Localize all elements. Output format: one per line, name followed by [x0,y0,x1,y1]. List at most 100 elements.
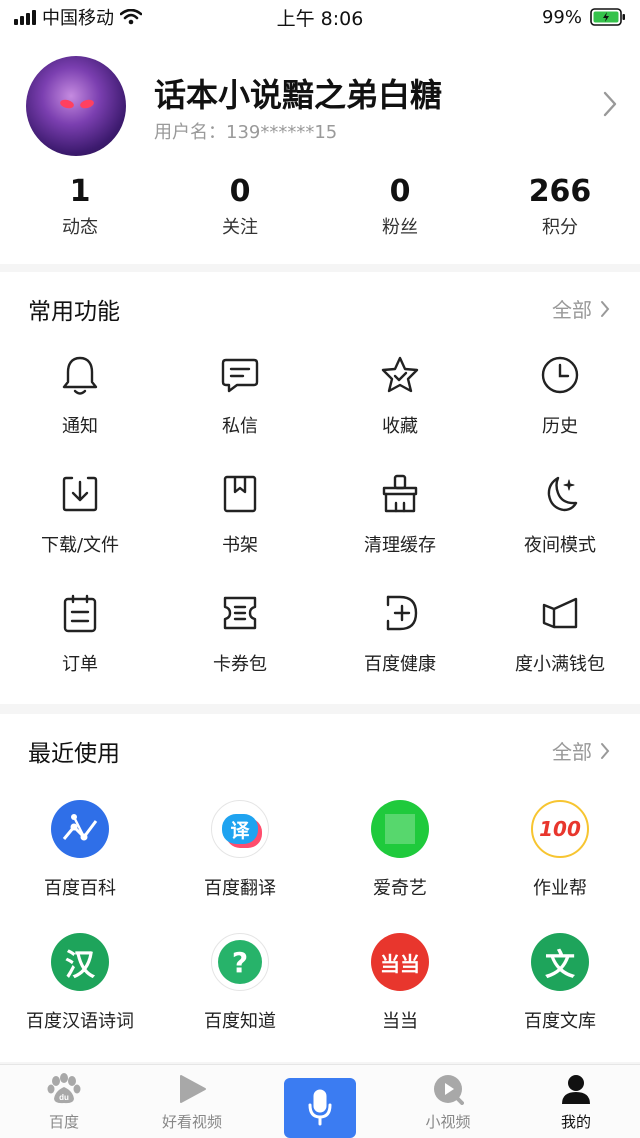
short-video-icon [434,1075,464,1105]
recent-baike[interactable]: 百度百科 [0,784,160,917]
function-label: 度小满钱包 [515,654,605,675]
status-left: 中国移动 [14,4,542,30]
function-label: 卡券包 [213,654,267,675]
stat-value: 1 [69,174,91,209]
hanyu-icon: 汉 [51,933,109,991]
function-coupons[interactable]: 卡券包 [160,580,320,699]
recent-section: 最近使用 全部 百度百科 译 百度翻译 爱奇艺 100 作业帮 汉 百度汉语诗词… [0,714,640,1062]
profile-card[interactable]: 话本小说黯之弟白糖 用户名：139******15 1 动态 0 关注 0 粉丝… [0,34,640,264]
function-bookshelf[interactable]: 书架 [160,461,320,580]
microphone-icon [308,1089,332,1126]
status-bar: 中国移动 上午 8:06 99% [0,0,640,34]
order-icon [63,594,97,633]
function-label: 夜间模式 [524,535,596,556]
star-icon [381,356,419,393]
common-functions-section: 常用功能 全部 通知 私信 收藏 历史 下载/文件 书架 清理缓存 夜间模式 订… [0,272,640,704]
wallet-icon [542,597,578,629]
function-label: 订单 [62,654,98,675]
nav-short-video[interactable]: 小视频 [384,1065,512,1138]
function-orders[interactable]: 订单 [0,580,160,699]
stat-label: 粉丝 [382,217,418,238]
function-clear-cache[interactable]: 清理缓存 [320,461,480,580]
stat-following[interactable]: 0 关注 [160,174,320,239]
iqiyi-icon [371,800,429,858]
app-label: 作业帮 [533,878,587,899]
play-icon [180,1075,206,1103]
stat-label: 积分 [542,217,578,238]
username: 话本小说黯之弟白糖 [154,76,443,114]
battery-icon [590,8,625,26]
app-label: 百度翻译 [204,878,276,899]
section-title: 常用功能 [28,299,120,325]
battery-percent: 99% [541,6,582,28]
nav-baidu[interactable]: du 百度 [0,1065,128,1138]
signal-icon [14,9,36,25]
function-wallet[interactable]: 度小满钱包 [480,580,640,699]
wenku-icon: 文 [531,933,589,991]
recent-fanyi[interactable]: 译 百度翻译 [160,784,320,917]
stat-label: 动态 [62,217,98,238]
function-history[interactable]: 历史 [480,342,640,461]
section-title: 最近使用 [28,741,120,767]
stat-value: 0 [389,174,411,209]
function-favorites[interactable]: 收藏 [320,342,480,461]
view-all-button[interactable]: 全部 [552,736,610,765]
avatar[interactable] [26,56,126,156]
app-label: 百度汉语诗词 [26,1011,134,1032]
zuoyebang-icon: 100 [531,800,589,858]
section-header: 最近使用 全部 [0,714,640,784]
profile-stats: 1 动态 0 关注 0 粉丝 266 积分 [0,174,640,239]
function-notifications[interactable]: 通知 [0,342,160,461]
function-night-mode[interactable]: 夜间模式 [480,461,640,580]
status-right: 99% [542,7,626,28]
wifi-icon [120,9,142,25]
bottom-nav: du 百度 好看视频 小视频 我的 [0,1064,640,1138]
recent-iqiyi[interactable]: 爱奇艺 [320,784,480,917]
baidu-paw-icon: du [47,1073,81,1104]
recent-dangdang[interactable]: 当当 当当 [320,917,480,1050]
recent-wenku[interactable]: 文 百度文库 [480,917,640,1050]
recent-grid: 百度百科 译 百度翻译 爱奇艺 100 作业帮 汉 百度汉语诗词 ? 百度知道 … [0,784,640,1050]
nav-mine[interactable]: 我的 [512,1065,640,1138]
app-label: 爱奇艺 [373,878,427,899]
chevron-right-icon[interactable] [602,90,618,118]
person-icon [562,1075,590,1104]
moon-icon [547,476,578,512]
app-label: 百度百科 [44,878,116,899]
view-all-label: 全部 [552,298,592,322]
baike-icon [51,800,109,858]
view-all-label: 全部 [552,740,592,764]
dangdang-icon: 当当 [371,933,429,991]
message-icon [221,358,259,393]
function-downloads[interactable]: 下载/文件 [0,461,160,580]
function-label: 通知 [62,416,98,437]
stat-value: 266 [528,174,592,209]
recent-zuoyebang[interactable]: 100 作业帮 [480,784,640,917]
nav-voice-search[interactable] [256,1065,384,1138]
voice-search-button[interactable] [284,1078,356,1138]
svg-text:du: du [59,1093,69,1102]
stat-points[interactable]: 266 积分 [480,174,640,239]
stat-followers[interactable]: 0 粉丝 [320,174,480,239]
user-id: 用户名：139******15 [154,122,338,143]
app-label: 当当 [382,1011,418,1032]
stat-posts[interactable]: 1 动态 [0,174,160,239]
function-label: 历史 [542,416,578,437]
function-label: 书架 [222,535,258,556]
nav-label: 小视频 [425,1113,471,1131]
chevron-right-icon [601,742,610,759]
recent-hanyu[interactable]: 汉 百度汉语诗词 [0,917,160,1050]
carrier-label: 中国移动 [42,8,114,29]
recent-zhidao[interactable]: ? 百度知道 [160,917,320,1050]
app-label: 百度知道 [204,1011,276,1032]
stat-value: 0 [229,174,251,209]
function-messages[interactable]: 私信 [160,342,320,461]
function-label: 百度健康 [364,654,436,675]
stat-label: 关注 [222,217,258,238]
nav-haokan[interactable]: 好看视频 [128,1065,256,1138]
coupon-icon [223,596,257,630]
function-label: 收藏 [382,416,418,437]
function-health[interactable]: 百度健康 [320,580,480,699]
bell-icon [62,356,98,395]
view-all-button[interactable]: 全部 [552,294,610,323]
